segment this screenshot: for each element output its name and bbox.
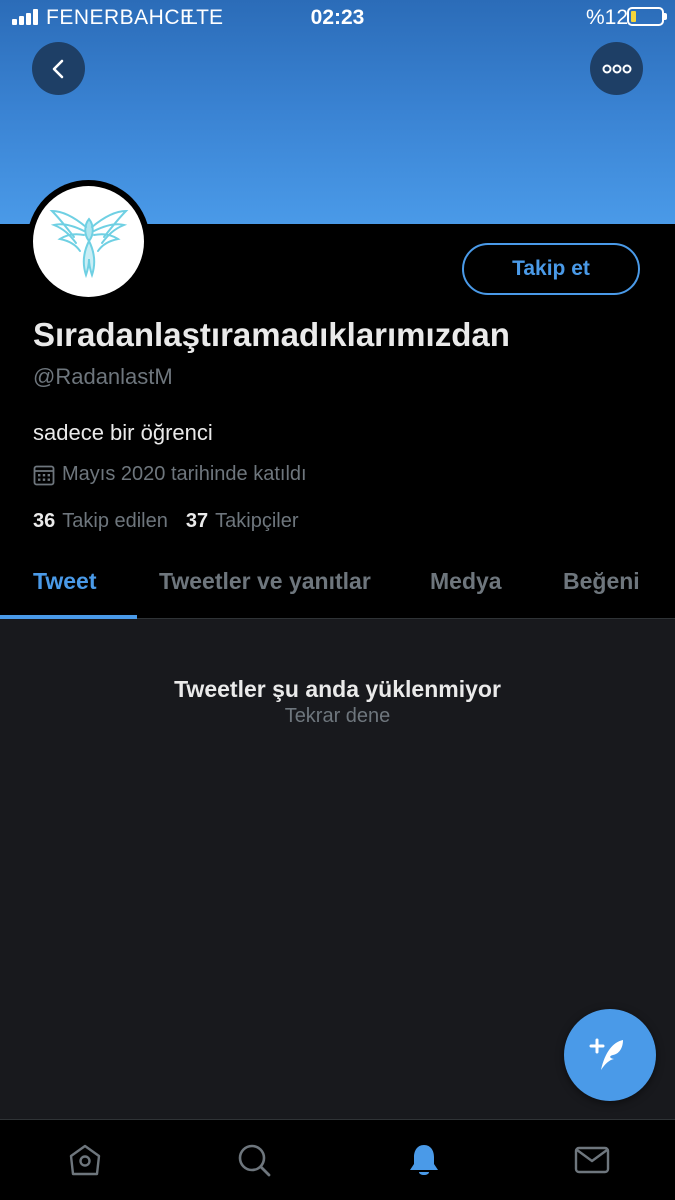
compose-feather-icon	[589, 1038, 623, 1070]
tab-media[interactable]: Medya	[430, 568, 502, 595]
more-options-button[interactable]	[590, 42, 643, 95]
phoenix-logo-icon	[49, 209, 128, 278]
nav-messages[interactable]	[572, 1140, 612, 1180]
status-time: 02:23	[310, 6, 365, 29]
home-icon	[69, 1144, 101, 1176]
battery-icon	[627, 7, 667, 26]
display-name: Sıradanlaştıramadıklarımızdan	[33, 316, 510, 353]
more-horizontal-icon	[602, 64, 631, 73]
user-handle: @RadanlastM	[33, 364, 173, 389]
nav-home[interactable]	[65, 1140, 105, 1180]
following-label: Takip edilen	[62, 510, 168, 532]
mail-icon	[574, 1146, 610, 1174]
nav-notifications[interactable]	[404, 1140, 444, 1180]
search-icon	[238, 1144, 271, 1177]
joined-date: Mayıs 2020 tarihinde katıldı	[33, 463, 307, 486]
battery-percent: %12	[586, 6, 629, 29]
retry-link[interactable]: Tekrar dene	[0, 705, 675, 728]
follow-stats: 36 Takip edilen 37 Takipçiler	[33, 510, 316, 533]
compose-tweet-button[interactable]	[564, 1009, 656, 1101]
status-bar: FENERBAHCE LTE 02:23 %12	[0, 0, 675, 36]
followers-stat[interactable]: 37 Takipçiler	[186, 510, 299, 533]
following-stat[interactable]: 36 Takip edilen	[33, 510, 168, 533]
tab-tweet[interactable]: Tweet	[33, 568, 96, 595]
followers-count: 37	[185, 510, 209, 532]
followers-label: Takipçiler	[215, 510, 299, 532]
profile-bio: sadece bir öğrenci	[33, 420, 213, 445]
bottom-navigation	[0, 1119, 675, 1200]
tab-tweets-and-replies[interactable]: Tweetler ve yanıtlar	[159, 568, 371, 595]
empty-state-title: Tweetler şu anda yüklenmiyor	[174, 676, 501, 702]
tab-likes[interactable]: Beğeni	[563, 568, 640, 595]
following-count: 36	[33, 510, 56, 532]
avatar[interactable]	[27, 180, 150, 303]
calendar-icon	[33, 465, 55, 485]
chevron-left-icon	[52, 59, 63, 78]
joined-date-text: Mayıs 2020 tarihinde katıldı	[62, 463, 307, 485]
nav-search[interactable]	[234, 1140, 274, 1180]
profile-tabs: Tweet Tweetler ve yanıtlar Medya Beğeni	[0, 555, 675, 619]
notifications-bell-icon	[410, 1145, 438, 1175]
follow-button[interactable]: Takip et	[462, 243, 640, 295]
back-button[interactable]	[32, 42, 85, 95]
